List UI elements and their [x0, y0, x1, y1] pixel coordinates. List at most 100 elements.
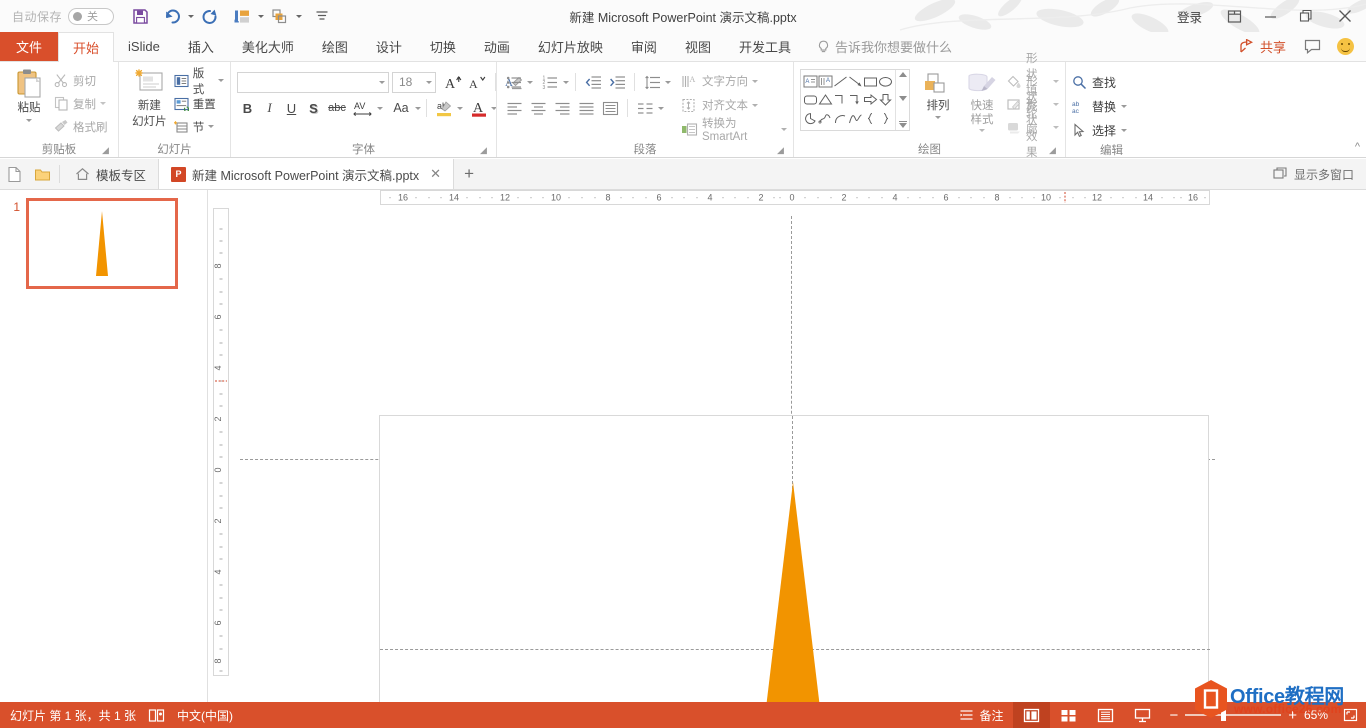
tab-islide[interactable]: iSlide: [114, 32, 174, 61]
redo-icon[interactable]: [197, 3, 223, 29]
share-button[interactable]: 共享: [1231, 37, 1294, 56]
text-highlight-dropdown-icon[interactable]: [457, 107, 463, 110]
columns-dropdown-icon[interactable]: [658, 107, 664, 110]
replace-button[interactable]: abac 替换: [1072, 94, 1127, 118]
cut-button[interactable]: 剪切: [54, 69, 108, 92]
zoom-percent-label[interactable]: 65%: [1304, 708, 1334, 722]
increase-indent-button[interactable]: [606, 72, 628, 93]
tab-slideshow[interactable]: 幻灯片放映: [524, 32, 617, 61]
save-icon[interactable]: [127, 3, 153, 29]
tab-home[interactable]: 开始: [58, 32, 114, 62]
slide-editing-area[interactable]: [232, 208, 1366, 702]
zoom-slider-thumb[interactable]: [1221, 709, 1226, 721]
slide-sorter-button[interactable]: [1050, 702, 1087, 728]
shape-line-icon[interactable]: [833, 72, 848, 91]
new-slide-button[interactable]: 新建 幻灯片: [125, 65, 174, 132]
columns-button[interactable]: [634, 98, 656, 119]
select-button[interactable]: 选择: [1072, 118, 1127, 142]
tab-draw[interactable]: 绘图: [308, 32, 362, 61]
arrange-button[interactable]: 排列: [916, 69, 960, 122]
ribbon-display-options-icon[interactable]: [1216, 0, 1252, 32]
font-dialog-launcher[interactable]: ◢: [479, 146, 488, 155]
shape-outline-dropdown-icon[interactable]: [1053, 103, 1059, 106]
multi-window-button[interactable]: 显示多窗口: [1273, 159, 1366, 189]
shapes-gallery-scrollbar[interactable]: [895, 70, 909, 130]
quick-styles-button[interactable]: 快速样式: [960, 69, 1004, 135]
new-tab-button[interactable]: +: [454, 159, 484, 189]
fit-to-window-button[interactable]: [1343, 708, 1358, 722]
start-show-dropdown-icon[interactable]: [255, 3, 267, 29]
shape-effects-dropdown-icon[interactable]: [1053, 126, 1059, 129]
slide-canvas[interactable]: [379, 415, 1209, 728]
tab-review[interactable]: 审阅: [617, 32, 671, 61]
collapse-ribbon-icon[interactable]: ^: [1355, 141, 1360, 153]
shapes-more-icon[interactable]: [899, 121, 907, 128]
feedback-smiley-icon[interactable]: [1337, 38, 1354, 55]
bullets-dropdown-icon[interactable]: [527, 81, 533, 84]
font-size-input[interactable]: 18: [392, 72, 436, 93]
tab-transitions[interactable]: 切换: [416, 32, 470, 61]
shape-left-brace-icon[interactable]: [863, 109, 878, 128]
justify-button[interactable]: [575, 98, 597, 119]
select-dropdown-icon[interactable]: [1121, 129, 1127, 132]
thumbnail-item[interactable]: 1: [10, 198, 178, 289]
shape-vertical-textbox-icon[interactable]: A: [818, 72, 833, 91]
convert-smartart-button[interactable]: 转换为 SmartArt: [681, 117, 787, 141]
paste-button[interactable]: 粘贴: [6, 65, 52, 125]
accessibility-check-icon[interactable]: [148, 708, 165, 723]
font-size-dropdown-icon[interactable]: [426, 81, 432, 84]
shape-oval-icon[interactable]: [878, 72, 893, 91]
align-text-dropdown-icon[interactable]: [752, 104, 758, 107]
font-color-button[interactable]: A: [468, 98, 490, 119]
tab-view[interactable]: 视图: [671, 32, 725, 61]
language-label[interactable]: 中文(中国): [177, 707, 233, 724]
shape-effects-button[interactable]: 形状效果: [1006, 116, 1059, 139]
copy-dropdown-icon[interactable]: [100, 102, 106, 105]
find-button[interactable]: 查找: [1072, 70, 1116, 94]
customize-qat-icon[interactable]: [309, 3, 335, 29]
line-spacing-dropdown-icon[interactable]: [665, 81, 671, 84]
tab-design[interactable]: 设计: [362, 32, 416, 61]
drawing-dialog-launcher[interactable]: ◢: [1048, 146, 1057, 155]
character-spacing-dropdown-icon[interactable]: [377, 107, 383, 110]
shape-right-arrow-icon[interactable]: [863, 91, 878, 110]
zoom-slider[interactable]: [1185, 709, 1281, 721]
comments-button[interactable]: [1296, 39, 1329, 54]
paste-dropdown-icon[interactable]: [26, 119, 32, 122]
undo-icon[interactable]: [159, 3, 185, 29]
align-center-button[interactable]: [527, 98, 549, 119]
slideshow-button[interactable]: [1124, 702, 1161, 728]
zoom-in-button[interactable]: +: [1288, 707, 1297, 724]
quick-styles-dropdown-icon[interactable]: [979, 129, 985, 132]
tab-insert[interactable]: 插入: [174, 32, 228, 61]
shape-elbow-arrow-icon[interactable]: [848, 91, 863, 110]
numbering-button[interactable]: 123: [539, 72, 561, 93]
text-direction-dropdown-icon[interactable]: [752, 80, 758, 83]
underline-button[interactable]: U: [281, 98, 302, 119]
horizontal-ruler[interactable]: 161412 1086 420 246 81012 1416: [380, 190, 1210, 205]
layout-button[interactable]: 版式: [174, 69, 224, 92]
shape-pie-icon[interactable]: [803, 109, 818, 128]
shape-arrow-icon[interactable]: [848, 72, 863, 91]
shapes-gallery[interactable]: A A: [800, 69, 910, 131]
restore-icon[interactable]: [1288, 0, 1324, 32]
isosceles-triangle-shape[interactable]: [763, 482, 823, 710]
section-dropdown-icon[interactable]: [208, 125, 214, 128]
section-button[interactable]: 节: [174, 115, 224, 138]
vertical-ruler[interactable]: 8 6 4 2 0 2 4 6 8: [213, 208, 229, 676]
align-left-button[interactable]: [503, 98, 525, 119]
reading-view-button[interactable]: [1087, 702, 1124, 728]
distribute-text-button[interactable]: [599, 98, 621, 119]
open-folder-icon[interactable]: [28, 159, 56, 189]
grow-font-button[interactable]: A: [443, 72, 464, 93]
tab-developer[interactable]: 开发工具: [725, 32, 805, 61]
arrange-qat-icon[interactable]: [267, 3, 293, 29]
convert-smartart-dropdown-icon[interactable]: [781, 128, 787, 131]
arrange-dropdown-icon[interactable]: [293, 3, 305, 29]
copy-button[interactable]: 复制: [54, 92, 108, 115]
undo-dropdown-icon[interactable]: [185, 3, 197, 29]
arrange-dropdown-icon[interactable]: [935, 116, 941, 119]
strikethrough-button[interactable]: abc: [325, 98, 349, 119]
character-spacing-button[interactable]: AV: [350, 98, 376, 119]
shape-down-arrow-icon[interactable]: [878, 91, 893, 110]
